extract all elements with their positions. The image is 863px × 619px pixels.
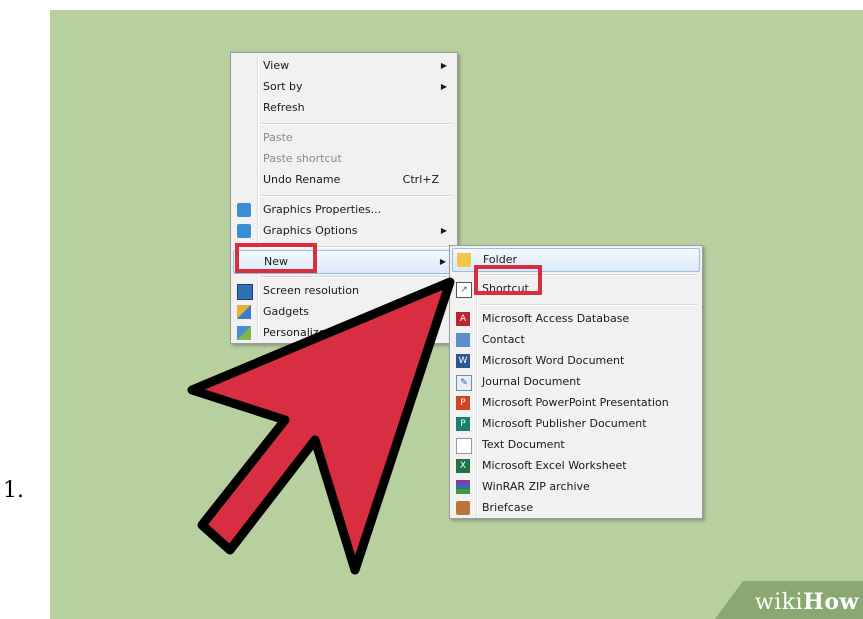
red-pointer-arrow-icon [187,277,455,575]
wikihow-logo: wikiHow [755,589,859,615]
desktop-screenshot: View ▶ Sort by ▶ Refresh Paste Paste sho… [50,10,863,619]
wikihow-logo-wiki: wiki [754,590,804,615]
wikihow-logo-how: How [803,589,859,615]
step-number: 1. [3,478,24,503]
